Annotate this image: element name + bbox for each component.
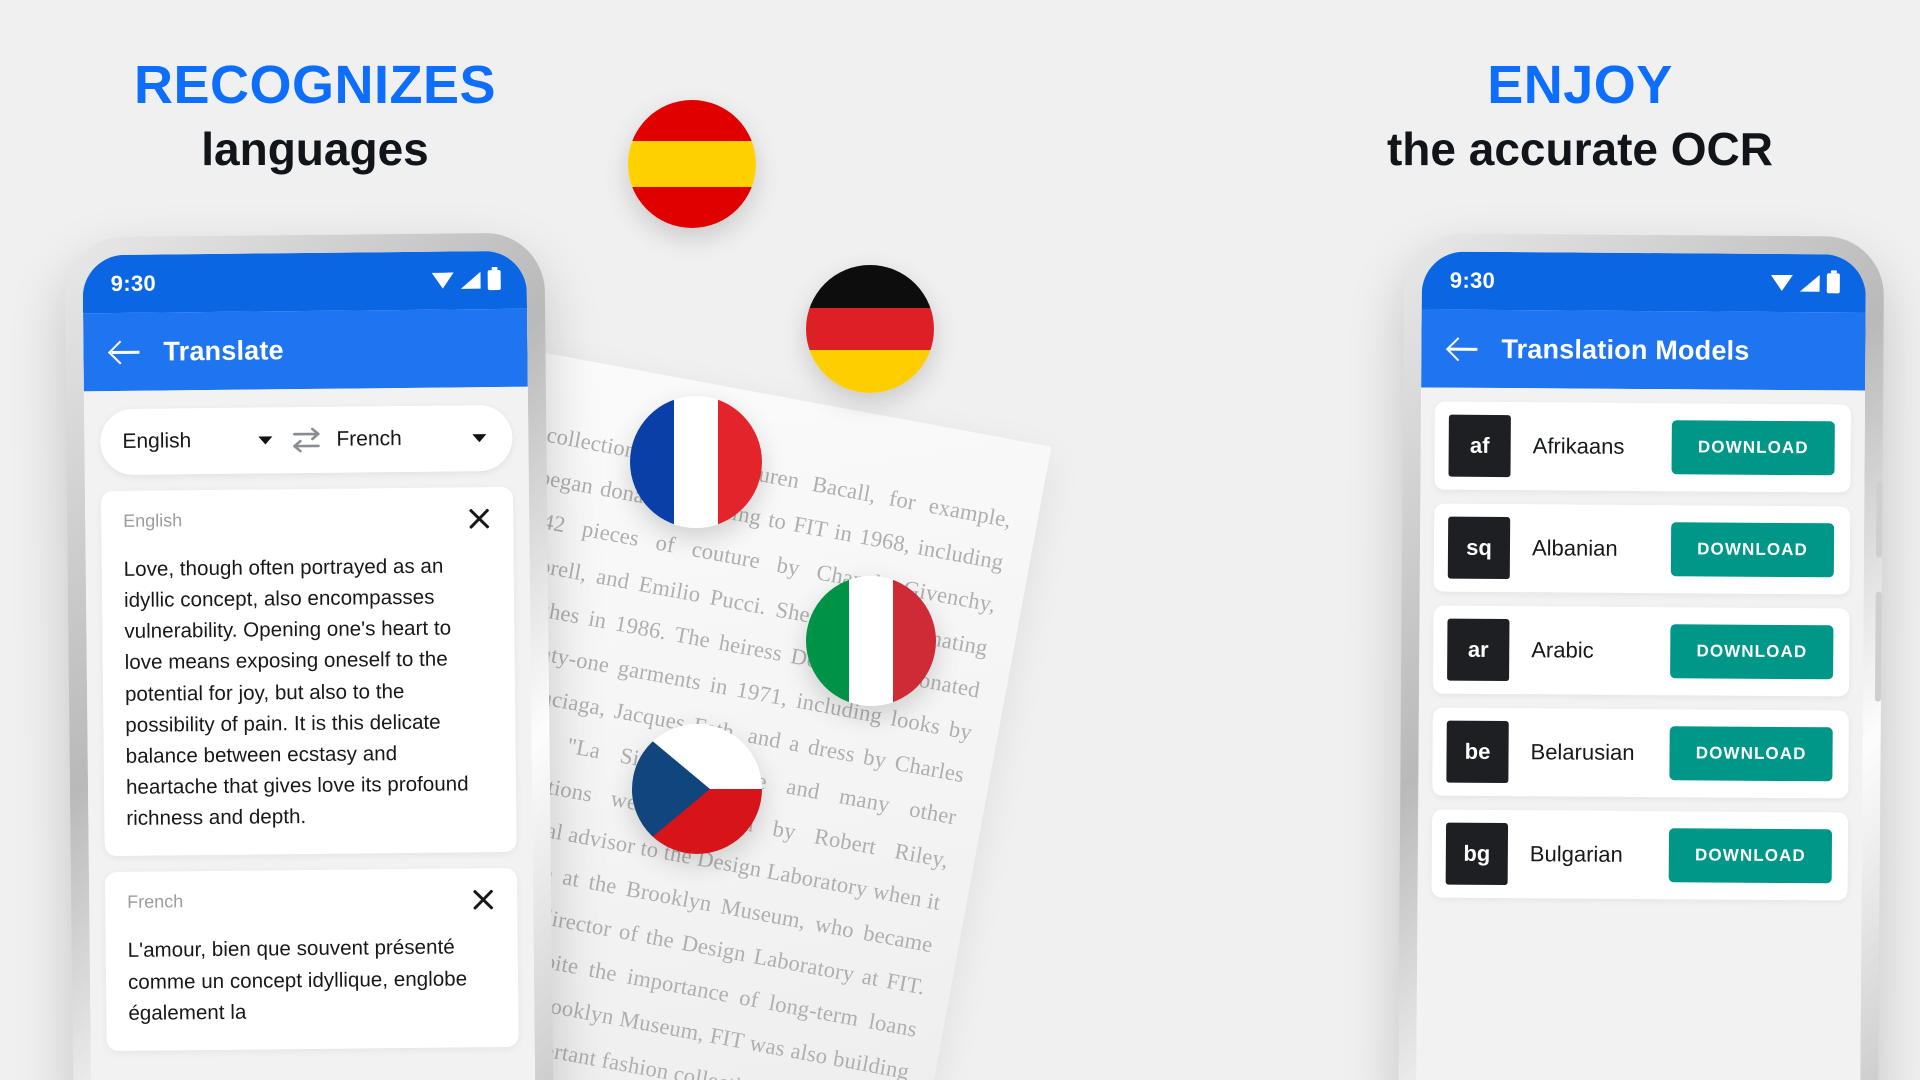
language-name: Arabic: [1531, 637, 1594, 663]
language-code-badge: bg: [1445, 822, 1509, 886]
france-flag: [630, 396, 762, 528]
czech-flag: [632, 724, 762, 854]
headline-right: ENJOY the accurate OCR: [1300, 55, 1860, 176]
model-list: af Afrikaans DOWNLOAD sq Albanian DOWNLO…: [1415, 387, 1866, 1080]
list-item[interactable]: sq Albanian DOWNLOAD: [1433, 503, 1851, 595]
target-text-card: French L'amour, bien que souvent présent…: [104, 868, 519, 1052]
phone-right-screen: 9:30 Translation Models af Afrikaans DOW…: [1415, 251, 1867, 1080]
target-language-label: French: [336, 427, 402, 451]
list-item[interactable]: af Afrikaans DOWNLOAD: [1434, 401, 1851, 493]
appbar-translate: Translate: [83, 308, 528, 392]
page-title: Translation Models: [1501, 333, 1750, 366]
headline-left-bottom: languages: [201, 123, 429, 176]
language-code-badge: ar: [1447, 618, 1510, 682]
wifi-icon: [1771, 275, 1793, 291]
language-name: Bulgarian: [1529, 841, 1623, 867]
language-code-badge: af: [1448, 414, 1511, 478]
download-button[interactable]: DOWNLOAD: [1670, 624, 1834, 680]
battery-icon: [487, 269, 501, 291]
language-name: Albanian: [1531, 535, 1618, 561]
headline-left-top: RECOGNIZES: [133, 55, 497, 115]
download-button[interactable]: DOWNLOAD: [1671, 420, 1835, 476]
close-icon[interactable]: [465, 504, 493, 532]
italy-flag: [806, 576, 936, 706]
language-name: Belarusian: [1530, 739, 1635, 765]
target-card-text[interactable]: L'amour, bien que souvent présenté comme…: [128, 931, 497, 1028]
translate-body: English French English Love, though ofte…: [83, 386, 536, 1080]
target-card-label: French: [127, 891, 184, 913]
swap-horizontal-icon[interactable]: [286, 425, 326, 455]
headline-right-top: ENJOY: [1487, 55, 1673, 115]
language-name: Afrikaans: [1532, 433, 1625, 459]
spain-flag: [628, 100, 756, 228]
power-button[interactable]: [1874, 591, 1882, 702]
source-language-label: English: [122, 429, 192, 453]
source-card-label: English: [123, 510, 183, 531]
status-bar-right: 9:30: [1421, 251, 1867, 313]
list-item[interactable]: be Belarusian DOWNLOAD: [1432, 707, 1849, 799]
language-code-badge: sq: [1447, 516, 1511, 580]
download-button[interactable]: DOWNLOAD: [1668, 828, 1833, 884]
source-text-card: English Love, though often portrayed as …: [100, 486, 517, 857]
phone-right: 9:30 Translation Models af Afrikaans DOW…: [1402, 238, 1883, 1080]
page-title: Translate: [163, 334, 284, 367]
source-card-text[interactable]: Love, though often portrayed as an idyll…: [124, 550, 495, 834]
germany-flag: [806, 265, 934, 393]
wifi-icon: [432, 272, 454, 288]
signal-icon: [461, 272, 481, 289]
list-item[interactable]: ar Arabic DOWNLOAD: [1432, 605, 1850, 697]
volume-button[interactable]: [1875, 481, 1883, 558]
list-item[interactable]: bg Bulgarian DOWNLOAD: [1431, 809, 1849, 901]
status-clock: 9:30: [1449, 267, 1496, 293]
back-arrow-icon[interactable]: [1445, 331, 1481, 367]
status-clock: 9:30: [110, 270, 157, 297]
close-icon[interactable]: [469, 885, 497, 913]
signal-icon: [1800, 275, 1820, 292]
download-button[interactable]: DOWNLOAD: [1670, 522, 1835, 578]
headline-left: RECOGNIZES languages: [60, 55, 570, 176]
chevron-down-icon: [258, 436, 273, 445]
status-bar-left: 9:30: [82, 250, 528, 314]
language-selector-bar: English French: [100, 404, 513, 476]
chevron-down-icon: [472, 434, 487, 443]
phone-left: 9:30 Translate English French English Lo…: [69, 237, 549, 1080]
appbar-models: Translation Models: [1421, 309, 1866, 391]
source-language-select[interactable]: English: [122, 428, 276, 454]
headline-right-bottom: the accurate OCR: [1386, 123, 1773, 176]
back-arrow-icon[interactable]: [107, 334, 143, 370]
language-code-badge: be: [1446, 720, 1509, 784]
download-button[interactable]: DOWNLOAD: [1669, 726, 1833, 782]
battery-icon: [1826, 273, 1840, 294]
target-language-select[interactable]: French: [336, 426, 490, 452]
phone-left-screen: 9:30 Translate English French English Lo…: [82, 250, 536, 1080]
